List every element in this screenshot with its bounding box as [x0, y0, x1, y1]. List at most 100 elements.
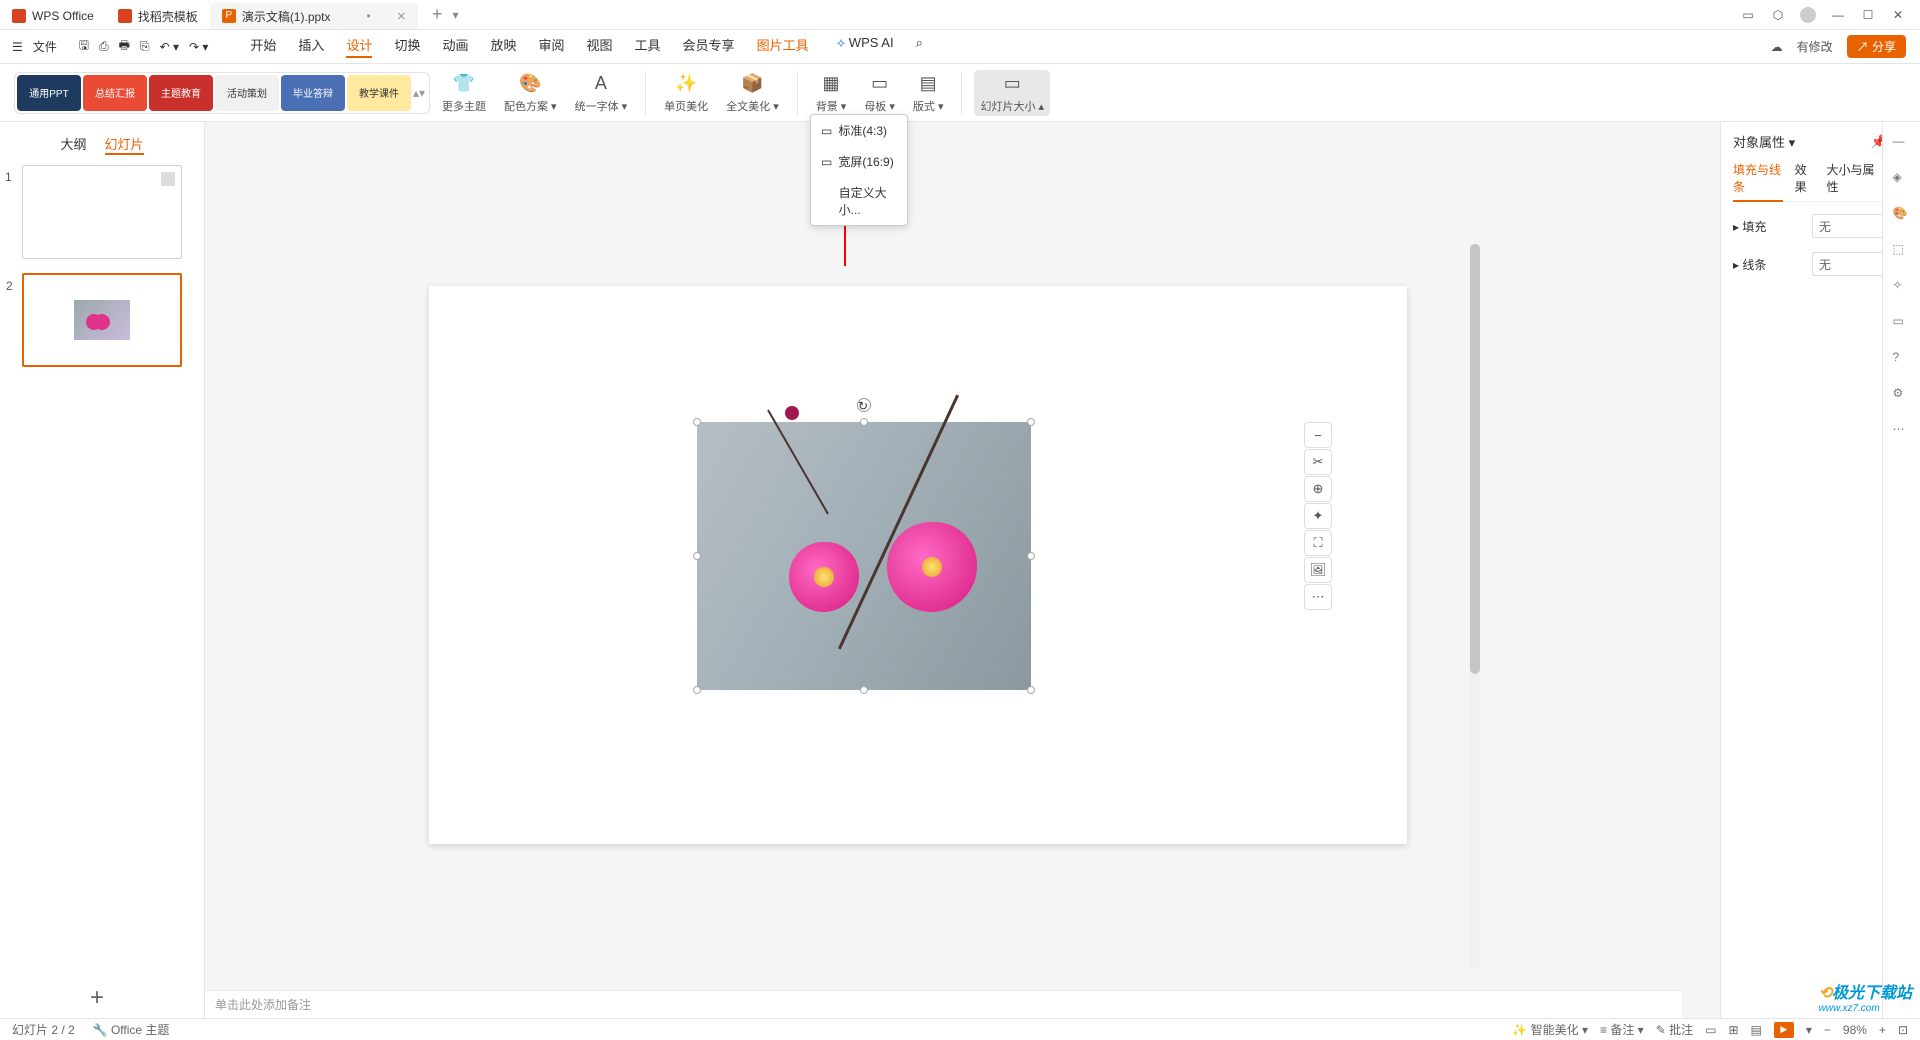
rotate-handle[interactable]: ↻ — [857, 398, 871, 412]
smart-beautify[interactable]: ✨ 智能美化 ▾ — [1512, 1021, 1588, 1038]
new-tab-button[interactable]: + — [432, 4, 443, 25]
slideshow-icon[interactable]: ▶ — [1774, 1022, 1794, 1038]
menu-design[interactable]: 设计 — [346, 35, 372, 58]
avatar[interactable] — [1800, 7, 1816, 23]
notes-toggle[interactable]: ≡ 备注 ▾ — [1600, 1021, 1644, 1038]
selected-image[interactable] — [697, 422, 1031, 690]
fit-icon[interactable]: ⊡ — [1898, 1023, 1908, 1037]
magic-icon[interactable]: ✦ — [1304, 503, 1332, 529]
view-reading-icon[interactable]: ▤ — [1751, 1023, 1762, 1037]
tab-list-icon[interactable]: ▾ — [452, 8, 458, 22]
scrollbar-thumb[interactable] — [1470, 244, 1480, 674]
unify-font-button[interactable]: A统一字体 ▾ — [569, 70, 634, 116]
full-beautify[interactable]: 📦全文美化 ▾ — [720, 70, 785, 116]
menu-insert[interactable]: 插入 — [298, 35, 324, 58]
maximize-icon[interactable]: ☐ — [1860, 7, 1876, 23]
menu-slideshow[interactable]: 放映 — [490, 35, 516, 58]
template-summary[interactable]: 总结汇报 — [83, 75, 147, 111]
tool-diamond-icon[interactable]: ◈ — [1893, 170, 1911, 188]
layout-button[interactable]: ▤版式 ▾ — [907, 70, 950, 116]
zoom-out-btn[interactable]: − — [1824, 1023, 1831, 1037]
zoom-out-icon[interactable]: − — [1304, 422, 1332, 448]
outline-tab[interactable]: 大纲 — [60, 134, 86, 155]
menu-icon[interactable]: ☰ — [12, 40, 23, 54]
size-widescreen[interactable]: ▭宽屏(16:9) — [811, 146, 907, 177]
thumbnail-1[interactable]: 1 — [22, 165, 182, 259]
tab-fill-line[interactable]: 填充与线条 — [1733, 161, 1783, 202]
print-icon[interactable]: 🖶 — [119, 36, 130, 57]
save-icon[interactable]: 🖫 — [79, 36, 89, 57]
handle-w[interactable] — [693, 552, 701, 560]
cube-icon[interactable]: ⬡ — [1770, 7, 1786, 23]
handle-s[interactable] — [860, 686, 868, 694]
collapse-icon[interactable]: — — [1893, 134, 1911, 152]
tool-panel-icon[interactable]: ▭ — [1893, 314, 1911, 332]
menu-transition[interactable]: 切换 — [394, 35, 420, 58]
tool-ai-icon[interactable]: ✧ — [1893, 278, 1911, 296]
template-event[interactable]: 活动策划 — [215, 75, 279, 111]
fullscreen-icon[interactable]: ⛶ — [1304, 530, 1332, 556]
zoom-in-icon[interactable]: ⊕ — [1304, 476, 1332, 502]
thumbnail-2[interactable]: 2 — [22, 273, 182, 367]
more-icon[interactable]: ⋯ — [1304, 584, 1332, 610]
comments-toggle[interactable]: ✎ 批注 — [1656, 1021, 1693, 1038]
size-custom[interactable]: 自定义大小... — [811, 177, 907, 225]
theme-label[interactable]: 🔧 Office 主题 — [93, 1021, 170, 1038]
cloud-sync-icon[interactable]: ☁ — [1771, 40, 1783, 54]
menu-view[interactable]: 视图 — [587, 35, 613, 58]
view-normal-icon[interactable]: ▭ — [1705, 1023, 1716, 1037]
handle-ne[interactable] — [1027, 418, 1035, 426]
tab-current-doc[interactable]: P 演示文稿(1).pptx • ✕ — [210, 3, 418, 29]
template-teaching[interactable]: 教学课件 — [347, 75, 411, 111]
menu-picture-tools[interactable]: 图片工具 — [757, 35, 809, 58]
master-button[interactable]: ▭母板 ▾ — [858, 70, 901, 116]
search-icon[interactable]: ⌕ — [916, 35, 923, 58]
template-graduation[interactable]: 毕业答辩 — [281, 75, 345, 111]
zoom-in-btn[interactable]: + — [1879, 1023, 1886, 1037]
tab-size-prop[interactable]: 大小与属性 — [1827, 161, 1877, 195]
zoom-level[interactable]: 98% — [1843, 1023, 1867, 1037]
wps-ai-button[interactable]: ⟡ WPS AI — [837, 35, 894, 58]
tool-more-icon[interactable]: ⋯ — [1893, 422, 1911, 440]
add-slide-button[interactable]: + — [90, 984, 104, 1012]
slide-canvas[interactable]: ↻ — [429, 286, 1407, 844]
notes-area[interactable]: 单击此处添加备注 — [205, 990, 1682, 1018]
slideshow-dropdown-icon[interactable]: ▾ — [1806, 1023, 1812, 1037]
color-scheme-button[interactable]: 🎨配色方案 ▾ — [498, 70, 563, 116]
size-standard[interactable]: ▭标准(4:3) — [811, 115, 907, 146]
handle-n[interactable] — [860, 418, 868, 426]
export-icon[interactable]: ⎙ — [99, 39, 109, 54]
menu-tools[interactable]: 工具 — [635, 35, 661, 58]
undo-icon[interactable]: ↶ ▾ — [160, 40, 179, 54]
single-page-beautify[interactable]: ✨单页美化 — [658, 70, 714, 116]
menu-start[interactable]: 开始 — [250, 35, 276, 58]
tool-plugin-icon[interactable]: ⚙ — [1893, 386, 1911, 404]
picture-icon[interactable]: 🖼 — [1304, 557, 1332, 583]
menu-review[interactable]: 审阅 — [539, 35, 565, 58]
panel-title[interactable]: 对象属性 ▾ — [1733, 132, 1795, 151]
handle-se[interactable] — [1027, 686, 1035, 694]
line-label[interactable]: ▸ 线条 — [1733, 256, 1766, 273]
preview-icon[interactable]: ⎘ — [140, 39, 150, 54]
tab-wps-office[interactable]: WPS Office — [0, 3, 106, 29]
share-button[interactable]: ↗ 分享 — [1847, 35, 1906, 58]
close-tab-icon[interactable]: ✕ — [397, 10, 406, 23]
file-menu[interactable]: 文件 — [33, 38, 57, 55]
tool-help-icon[interactable]: ? — [1893, 350, 1911, 368]
tool-layout-icon[interactable]: ⬚ — [1893, 242, 1911, 260]
slides-tab[interactable]: 幻灯片 — [105, 134, 144, 155]
minimize-icon[interactable]: — — [1830, 7, 1846, 23]
template-theme[interactable]: 主题教育 — [149, 75, 213, 111]
handle-e[interactable] — [1027, 552, 1035, 560]
redo-icon[interactable]: ↷ ▾ — [189, 40, 208, 54]
background-button[interactable]: ▦背景 ▾ — [810, 70, 853, 116]
menu-animation[interactable]: 动画 — [442, 35, 468, 58]
tab-templates[interactable]: 找稻壳模板 — [106, 3, 210, 29]
template-scroll[interactable]: ▴▾ — [413, 75, 427, 111]
tab-effect[interactable]: 效果 — [1795, 161, 1815, 195]
template-general[interactable]: 通用PPT — [17, 75, 81, 111]
more-themes-button[interactable]: 👕更多主题 — [436, 70, 492, 116]
handle-sw[interactable] — [693, 686, 701, 694]
fill-label[interactable]: ▸ 填充 — [1733, 218, 1766, 235]
vertical-scrollbar[interactable] — [1470, 244, 1480, 968]
